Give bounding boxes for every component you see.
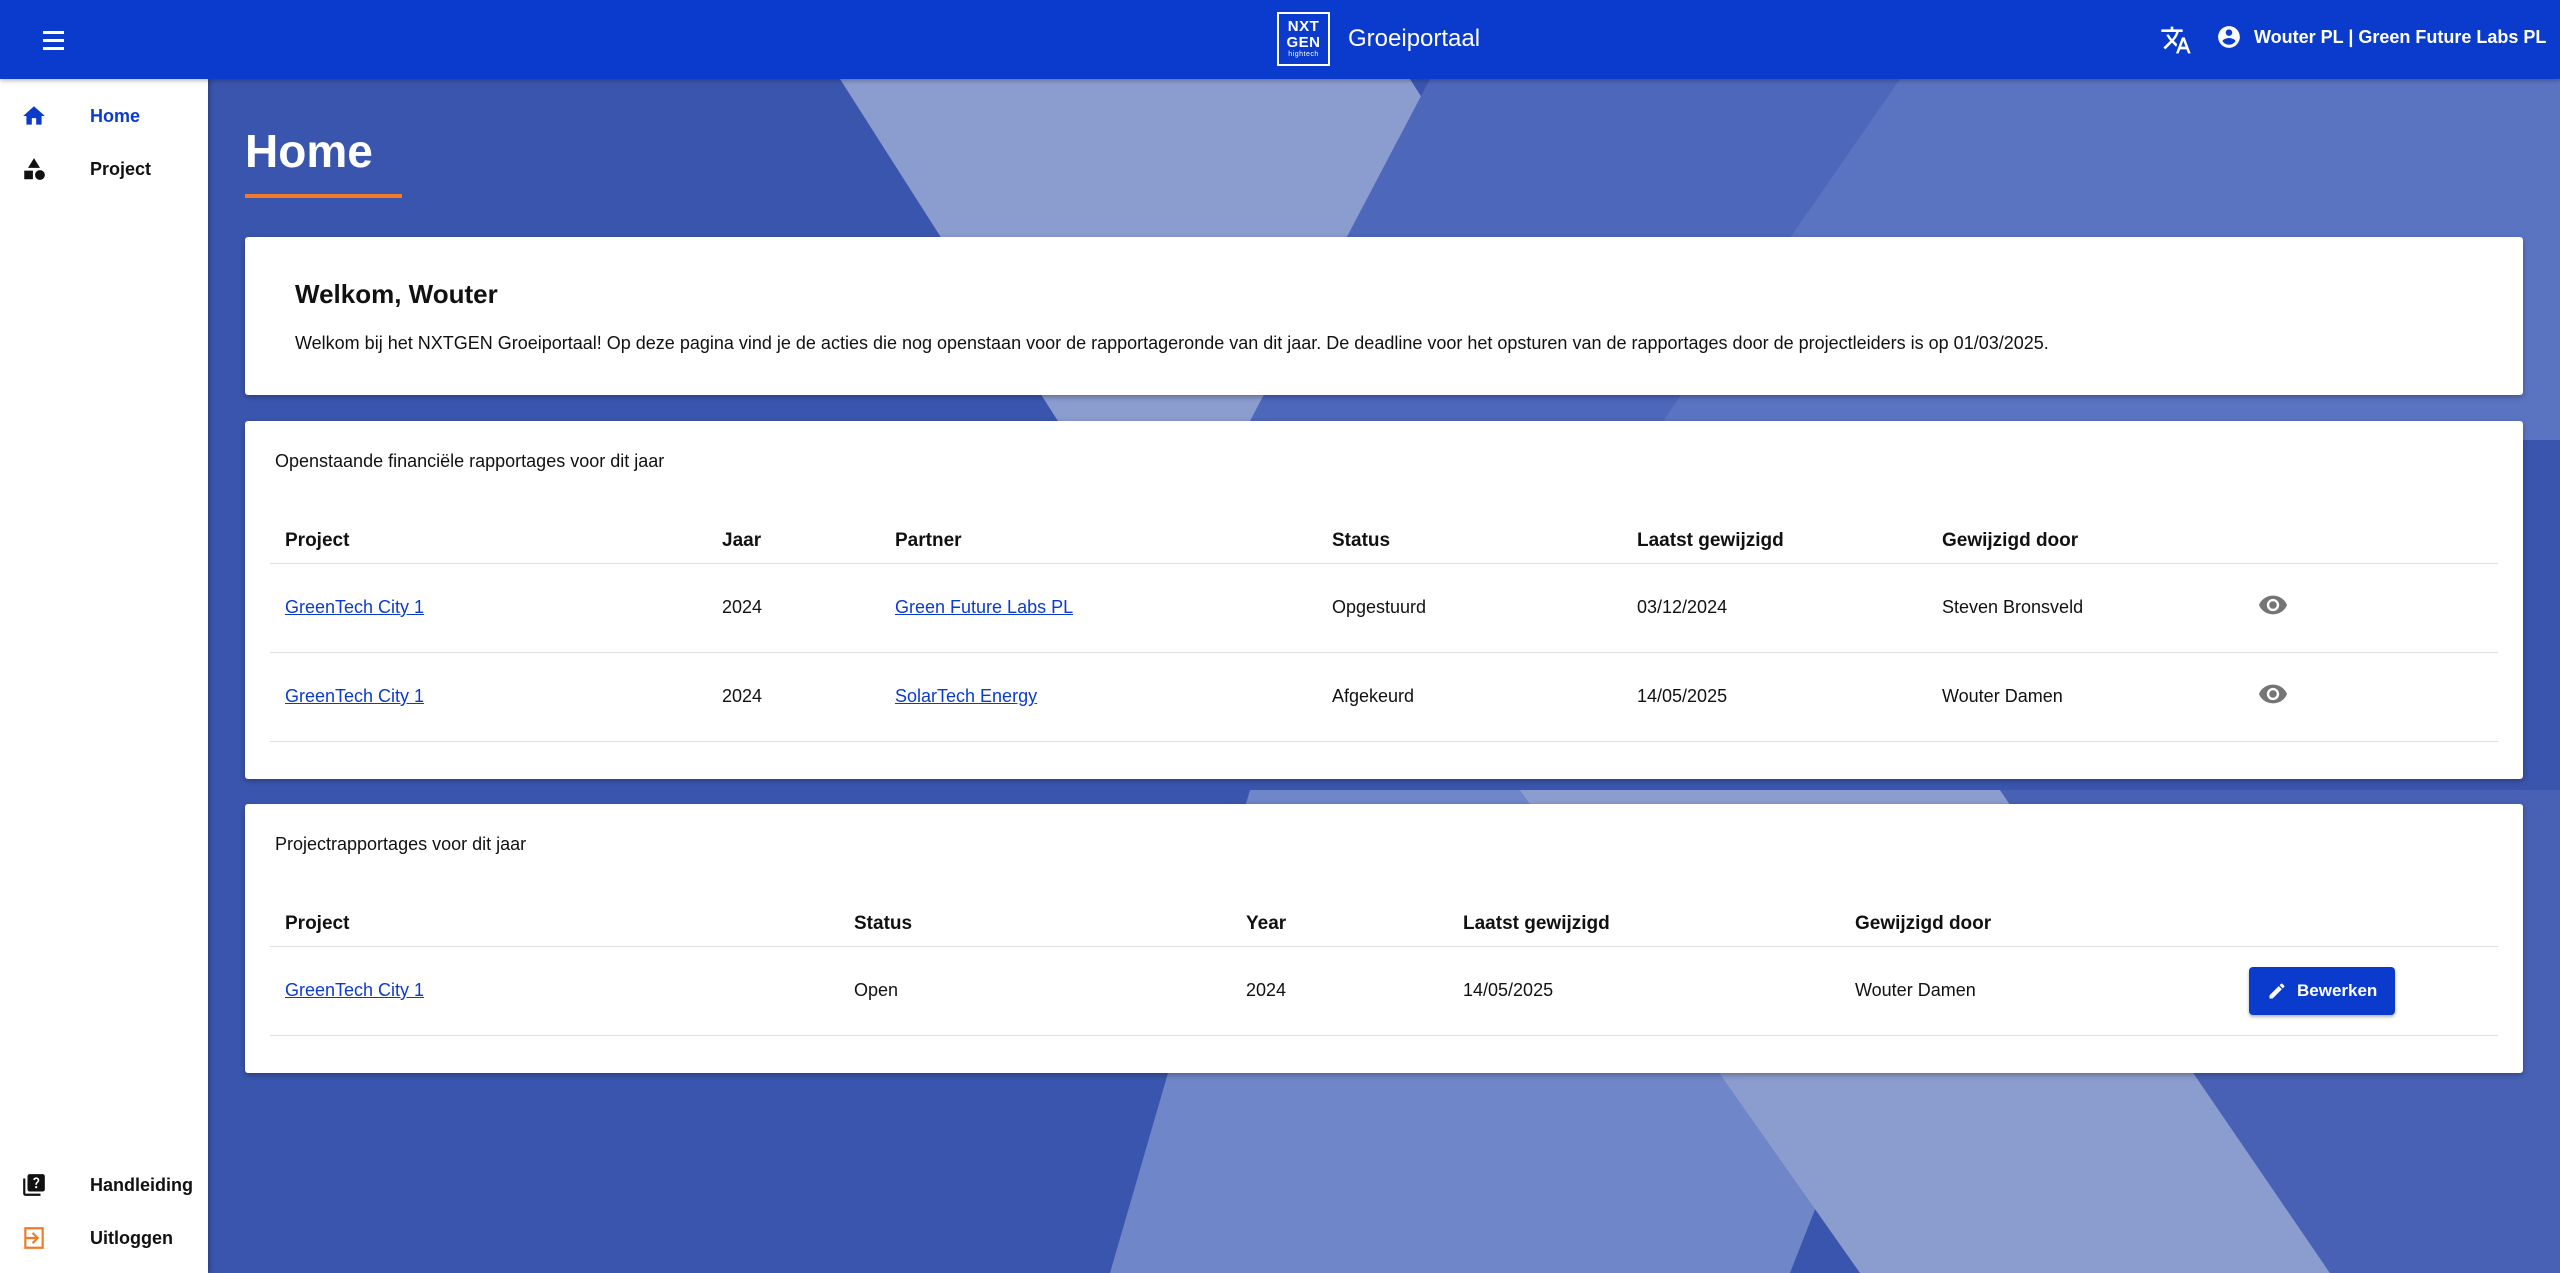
- cell-partner: SolarTech Energy: [880, 652, 1317, 742]
- project-link[interactable]: GreenTech City 1: [285, 980, 424, 1000]
- pencil-icon: [2269, 982, 2285, 998]
- home-icon: [23, 106, 45, 125]
- column-header-partner: Partner: [880, 519, 1317, 564]
- user-name: Wouter PL | Green Future Labs PL: [2254, 26, 2547, 47]
- cell-year: 2024: [707, 652, 880, 742]
- welcome-card: Welkom, Wouter Welkom bij het NXTGEN Gro…: [245, 237, 2523, 395]
- column-header-project: Project: [270, 902, 839, 947]
- column-header-laatst-gewijzigd: Laatst gewijzigd: [1448, 902, 1840, 947]
- shapes-icon: [24, 158, 45, 180]
- cell-modified: 03/12/2024: [1622, 563, 1927, 653]
- table-header-row: Project Jaar Partner Status Laatst gewij…: [270, 519, 2498, 564]
- sidebar: Home Project Handleiding Uitloggen: [0, 79, 208, 1273]
- app-title: Groeiportaal: [1348, 25, 1481, 52]
- table-header-row: Project Status Year Laatst gewijzigd Gew…: [270, 902, 2498, 947]
- help-book-icon: [23, 1174, 45, 1196]
- table-row: GreenTech City 1 2024 Green Future Labs …: [270, 563, 2498, 653]
- view-eye-icon[interactable]: [2259, 684, 2287, 704]
- project-link[interactable]: GreenTech City 1: [285, 597, 424, 617]
- cell-partner: Green Future Labs PL: [880, 563, 1317, 653]
- title-underline: [245, 194, 402, 198]
- column-header-actions: [2234, 902, 2498, 947]
- view-eye-icon[interactable]: [2259, 595, 2287, 615]
- hamburger-icon: [43, 30, 64, 34]
- sidebar-item-handleiding[interactable]: Handleiding: [0, 1160, 208, 1210]
- brand[interactable]: NXT GEN hightech Groeiportaal: [1277, 12, 1480, 66]
- cell-modified: 14/05/2025: [1622, 652, 1927, 742]
- card-title: Projectrapportages voor dit jaar: [275, 834, 527, 854]
- partner-link[interactable]: SolarTech Energy: [895, 686, 1037, 706]
- project-reports-card: Projectrapportages voor dit jaar Project…: [245, 804, 2523, 1073]
- page-title: Home: [245, 125, 373, 177]
- translate-button[interactable]: [2160, 24, 2192, 56]
- account-circle-icon: [2218, 26, 2240, 48]
- column-header-year: Year: [1231, 902, 1448, 947]
- welcome-text: Welkom bij het NXTGEN Groeiportaal! Op d…: [295, 333, 2049, 353]
- cell-actions: [2244, 563, 2498, 653]
- column-header-project: Project: [270, 519, 707, 564]
- column-header-actions: [2244, 519, 2498, 564]
- project-link[interactable]: GreenTech City 1: [285, 686, 424, 706]
- column-header-laatst-gewijzigd: Laatst gewijzigd: [1622, 519, 1927, 564]
- partner-link[interactable]: Green Future Labs PL: [895, 597, 1073, 617]
- sidebar-item-label: Project: [90, 158, 152, 179]
- sidebar-item-uitloggen[interactable]: Uitloggen: [0, 1213, 208, 1263]
- edit-button-label: Bewerken: [2297, 980, 2378, 1000]
- logout-icon: [24, 1227, 44, 1249]
- column-header-status: Status: [1317, 519, 1622, 564]
- top-bar: NXT GEN hightech Groeiportaal Wouter PL …: [0, 0, 2560, 79]
- sidebar-item-project[interactable]: Project: [0, 144, 208, 194]
- edit-button[interactable]: Bewerken: [2249, 966, 2396, 1015]
- cell-project: GreenTech City 1: [270, 563, 707, 653]
- translate-icon: [2161, 26, 2191, 54]
- table-row: GreenTech City 1 2024 SolarTech Energy A…: [270, 652, 2498, 742]
- card-title: Openstaande financiële rapportages voor …: [275, 451, 665, 471]
- financial-reports-table: Project Jaar Partner Status Laatst gewij…: [270, 519, 2498, 742]
- cell-status: Open: [839, 946, 1231, 1036]
- sidebar-item-label: Handleiding: [90, 1174, 193, 1195]
- cell-actions: Bewerken: [2234, 946, 2498, 1036]
- column-header-jaar: Jaar: [707, 519, 880, 564]
- cell-actions: [2244, 652, 2498, 742]
- welcome-heading: Welkom, Wouter: [295, 279, 498, 309]
- cell-modified-by: Steven Bronsveld: [1927, 563, 2244, 653]
- cell-project: GreenTech City 1: [270, 652, 707, 742]
- hamburger-icon: [43, 38, 64, 42]
- cell-status: Afgekeurd: [1317, 652, 1622, 742]
- cell-status: Opgestuurd: [1317, 563, 1622, 653]
- menu-toggle-button[interactable]: [36, 24, 72, 56]
- column-header-gewijzigd-door: Gewijzigd door: [1927, 519, 2244, 564]
- sidebar-item-home[interactable]: Home: [0, 91, 208, 141]
- nxtgen-logo: NXT GEN hightech: [1277, 12, 1330, 66]
- project-reports-table: Project Status Year Laatst gewijzigd Gew…: [270, 902, 2498, 1036]
- user-menu[interactable]: Wouter PL | Green Future Labs PL: [2216, 24, 2546, 50]
- cell-year: 2024: [1231, 946, 1448, 1036]
- cell-modified-by: Wouter Damen: [1927, 652, 2244, 742]
- sidebar-item-label: Uitloggen: [90, 1227, 173, 1248]
- column-header-status: Status: [839, 902, 1231, 947]
- cell-modified: 14/05/2025: [1448, 946, 1840, 1036]
- column-header-gewijzigd-door: Gewijzigd door: [1840, 902, 2234, 947]
- hamburger-icon: [43, 46, 64, 50]
- sidebar-item-label: Home: [90, 105, 141, 126]
- financial-reports-card: Openstaande financiële rapportages voor …: [245, 421, 2523, 779]
- cell-year: 2024: [707, 563, 880, 653]
- cell-project: GreenTech City 1: [270, 946, 839, 1036]
- cell-modified-by: Wouter Damen: [1840, 946, 2234, 1036]
- table-row: GreenTech City 1 Open 2024 14/05/2025 Wo…: [270, 946, 2498, 1036]
